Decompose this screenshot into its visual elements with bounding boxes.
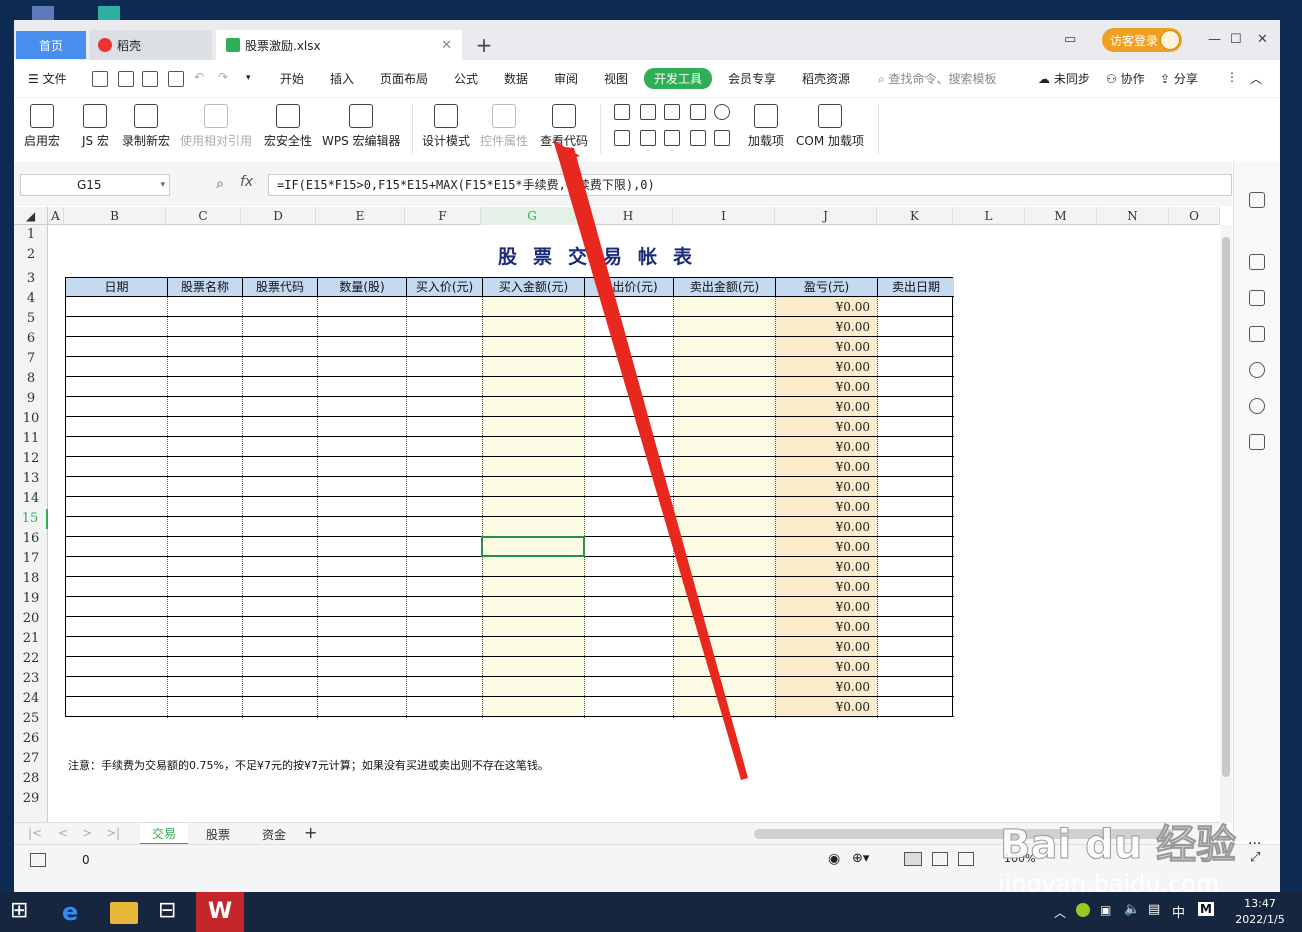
ime-mode-indicator[interactable]: M <box>1198 902 1214 916</box>
network-icon[interactable]: ▣ <box>1100 903 1111 917</box>
edge-icon[interactable]: e <box>62 898 90 926</box>
file-explorer-icon[interactable] <box>110 902 138 924</box>
windows-start-icon[interactable]: ⊞ <box>10 898 38 926</box>
clock-date: 2022/1/5 <box>1235 913 1285 926</box>
volume-icon[interactable]: 🔈 <box>1124 902 1140 917</box>
tray-up-icon[interactable]: ︿ <box>1054 904 1066 921</box>
arrow-shaft <box>555 146 748 780</box>
taskbar: ⊞ e ⊟ W ︿ ▣ 🔈 ▤ 中 M 13:47 2022/1/5 <box>0 892 1302 932</box>
wps-taskbar-icon[interactable]: W <box>196 892 244 932</box>
tray-app-icon[interactable] <box>1076 903 1090 917</box>
ime-indicator[interactable]: 中 <box>1172 902 1185 921</box>
annotation-arrow <box>553 140 748 780</box>
clock[interactable]: 13:47 2022/1/5 <box>1222 896 1298 928</box>
clock-time: 13:47 <box>1244 897 1276 910</box>
store-icon[interactable]: ⊟ <box>158 898 186 926</box>
message-icon[interactable]: ▤ <box>1148 902 1160 917</box>
